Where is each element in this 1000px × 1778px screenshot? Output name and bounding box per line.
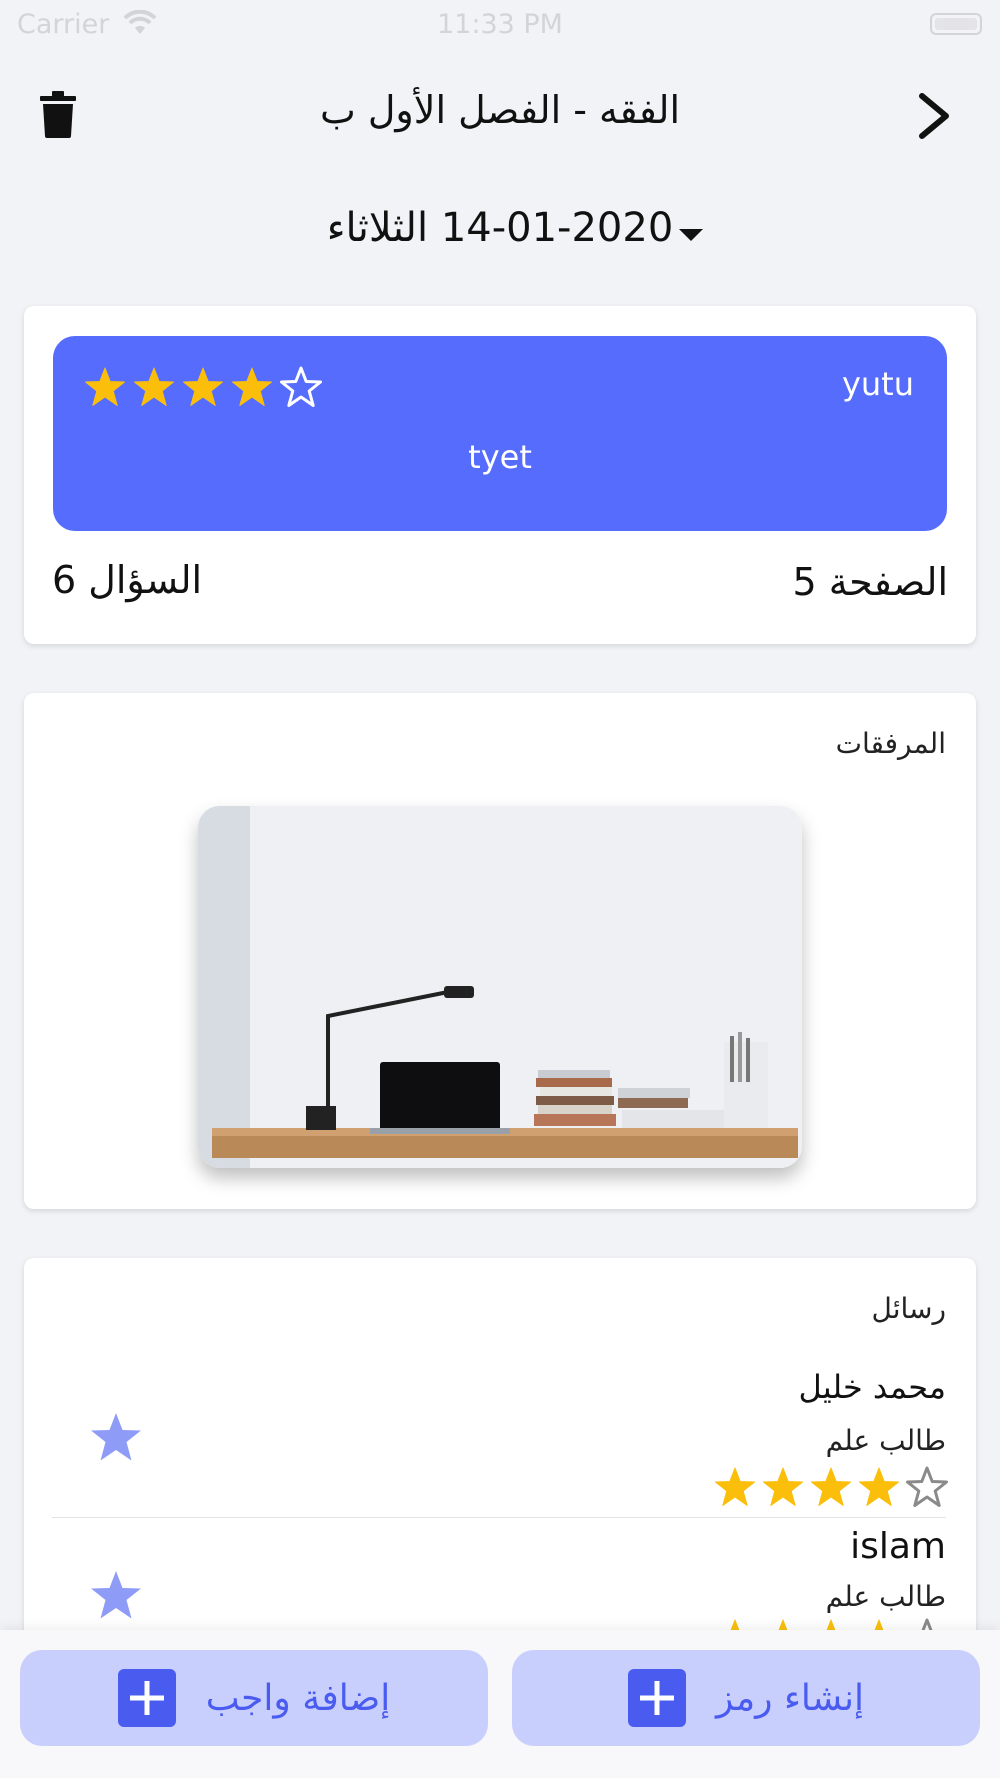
lesson-rating <box>84 366 322 408</box>
message-sender-name: محمد خليل <box>798 1368 946 1406</box>
page-number-label: الصفحة 5 <box>792 560 948 604</box>
plus-icon <box>117 1669 176 1727</box>
favorite-star-icon[interactable] <box>90 1570 142 1620</box>
messages-title: رسائل <box>871 1292 946 1325</box>
clock: 11:33 PM <box>437 9 563 40</box>
message-divider <box>52 1517 946 1518</box>
attachments-title: المرفقات <box>835 727 946 760</box>
star-filled-icon <box>763 1467 803 1506</box>
create-code-label: إنشاء رمز <box>716 1677 865 1719</box>
attachment-image[interactable] <box>198 806 802 1168</box>
add-homework-button[interactable]: إضافة واجب <box>20 1650 488 1746</box>
add-homework-label: إضافة واجب <box>205 1677 391 1719</box>
favorite-star-icon[interactable] <box>90 1412 142 1462</box>
star-filled-icon <box>85 367 125 406</box>
page-title: الفقه - الفصل الأول ب <box>319 88 681 132</box>
message-sender-role: طالب علم <box>825 1424 946 1457</box>
battery-icon <box>930 13 982 35</box>
star-empty-icon <box>280 366 322 407</box>
message-sender-name: islam <box>850 1526 946 1567</box>
star-filled-icon <box>134 367 174 406</box>
status-bar: Carrier 11:33 PM <box>0 0 1000 50</box>
chevron-right-icon[interactable] <box>910 90 960 142</box>
lesson-subtitle: tyet <box>468 438 532 476</box>
plus-icon <box>628 1669 686 1727</box>
star-filled-icon <box>183 367 223 406</box>
star-filled-icon <box>811 1467 851 1506</box>
star-empty-icon <box>906 1466 948 1507</box>
message-rating <box>714 1466 948 1508</box>
desk-photo <box>198 806 802 1168</box>
star-filled-icon <box>859 1467 899 1506</box>
star-filled-icon <box>232 367 272 406</box>
message-sender-role: طالب علم <box>825 1580 946 1613</box>
question-number-label: السؤال 6 <box>52 558 203 602</box>
caret-down-icon[interactable] <box>677 227 705 243</box>
lesson-name: yutu <box>841 365 914 403</box>
date-selector[interactable]: 14-01-2020 الثلاثاء <box>0 205 1000 251</box>
star-filled-icon <box>715 1467 755 1506</box>
create-code-button[interactable]: إنشاء رمز <box>512 1650 980 1746</box>
